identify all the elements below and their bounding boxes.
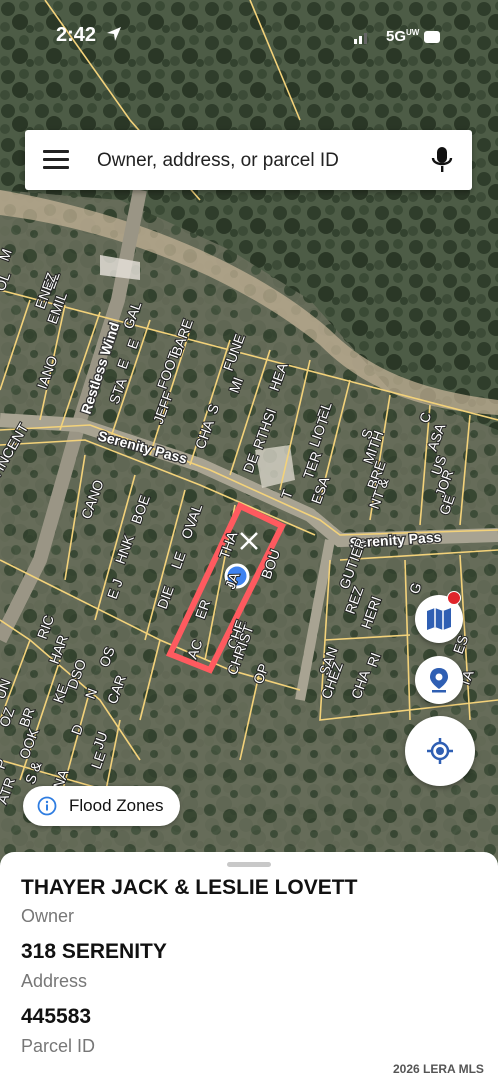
location-pin-icon [430,668,448,693]
map-layers-icon [427,608,451,630]
map-layers-button[interactable] [415,591,463,643]
search-input[interactable] [95,130,419,192]
status-bar: 2:42 5GUW [0,22,498,52]
sheet-drag-handle[interactable] [227,862,271,867]
address-label: Address [21,971,88,991]
notification-badge [447,591,461,605]
clock: 2:42 [56,24,97,46]
network-type: 5GUW [386,28,420,45]
gps-locate-icon [427,738,453,764]
battery-icon [424,31,440,43]
parcel-details-sheet[interactable]: THAYER JACK & LESLIE LOVETT Owner 318 SE… [0,852,498,1080]
search-bar [25,130,472,192]
address-value: 318 SERENITY [21,940,167,963]
parcel-id-label: Parcel ID [21,1036,96,1056]
my-location-button[interactable] [405,716,475,786]
mls-watermark: 2026 LERA MLS [393,1062,484,1076]
microphone-icon[interactable] [431,146,453,174]
info-icon [37,796,57,816]
flood-zones-button[interactable]: Flood Zones [23,786,180,826]
flood-zones-label: Flood Zones [69,796,164,815]
parcel-id-value: 445583 [21,1005,92,1028]
hamburger-menu-icon[interactable] [43,150,69,170]
owner-label: Owner [21,906,75,926]
owner-value: THAYER JACK & LESLIE LOVETT [21,876,358,899]
drop-pin-button[interactable] [415,656,463,704]
location-arrow-icon [107,27,121,41]
signal-bars-icon [354,33,367,44]
